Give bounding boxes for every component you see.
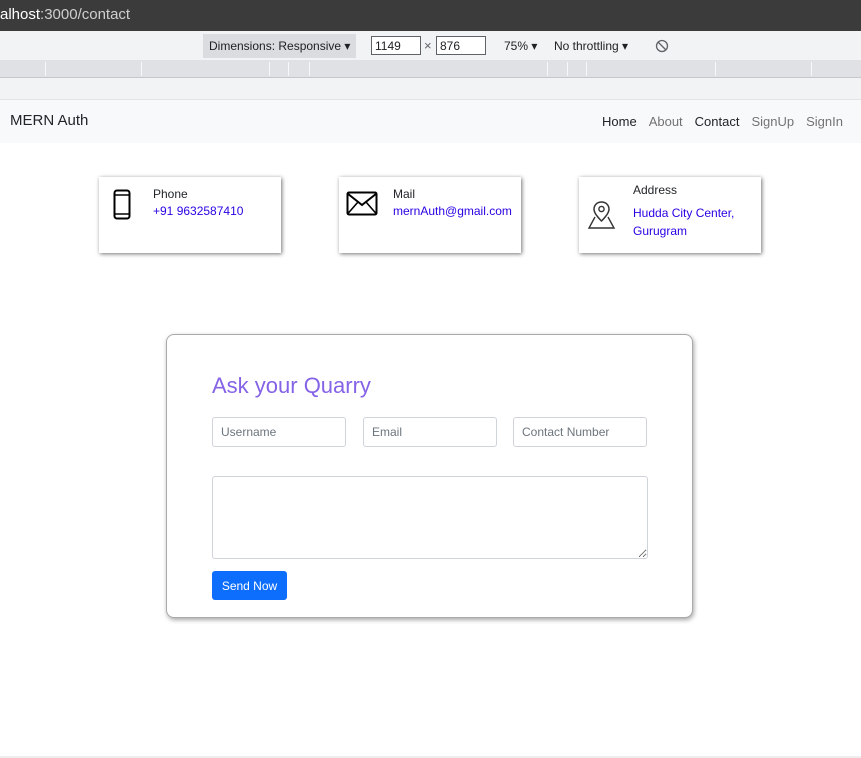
contact-number-input[interactable] <box>513 417 647 447</box>
username-input[interactable] <box>212 417 346 447</box>
ruler-divider <box>309 62 310 76</box>
nav-about[interactable]: About <box>649 114 683 129</box>
device-ruler-band <box>0 78 861 99</box>
zoom-label: 75% <box>504 39 529 53</box>
form-title: Ask your Quarry <box>212 373 371 398</box>
mail-icon <box>346 191 378 216</box>
address-value-line1: Hudda City Center, <box>633 206 735 220</box>
zoom-select[interactable]: 75% ▾ <box>504 39 537 53</box>
width-input[interactable]: 1149 <box>371 36 421 55</box>
ruler-divider <box>715 62 716 76</box>
chevron-down-icon: ▾ <box>531 39 538 53</box>
nav-signin[interactable]: SignIn <box>806 114 843 129</box>
media-query-ruler <box>0 60 861 78</box>
throttling-label: No throttling <box>554 39 619 53</box>
times-icon: × <box>424 38 432 53</box>
url-bar[interactable]: alhost:3000/contact <box>0 0 861 31</box>
address-title: Address <box>633 183 678 197</box>
nav-home[interactable]: Home <box>602 114 637 129</box>
nav-signup[interactable]: SignUp <box>751 114 794 129</box>
ruler-divider <box>567 62 568 76</box>
ruler-divider <box>269 62 270 76</box>
ruler-divider <box>141 62 142 76</box>
address-card: Address Hudda City Center, Gurugram <box>579 177 761 253</box>
contact-form: Ask your Quarry Send Now <box>166 334 693 618</box>
email-input[interactable] <box>363 417 497 447</box>
mail-value: mernAuth@gmail.com <box>393 204 512 218</box>
phone-icon <box>113 189 131 220</box>
mail-title: Mail <box>393 187 416 201</box>
location-icon <box>587 201 616 229</box>
nav-contact[interactable]: Contact <box>695 114 740 129</box>
phone-card: Phone +91 9632587410 <box>99 177 281 253</box>
device-toolbar: Dimensions: Responsive ▾ 1149 × 876 75% … <box>0 31 861 60</box>
url-path: :3000/contact <box>40 6 131 23</box>
url-host: alhost <box>0 6 41 23</box>
dimensions-select[interactable]: Dimensions: Responsive ▾ <box>203 34 357 58</box>
ruler-divider <box>586 62 587 76</box>
dimensions-label: Dimensions: Responsive <box>209 39 342 53</box>
nav-links: Home About Contact SignUp SignIn <box>602 114 843 129</box>
ruler-divider <box>45 62 46 76</box>
mail-card: Mail mernAuth@gmail.com <box>339 177 521 253</box>
message-textarea[interactable] <box>212 476 648 559</box>
rotate-icon[interactable] <box>655 39 669 53</box>
ruler-divider <box>288 62 289 76</box>
phone-title: Phone <box>153 187 188 201</box>
phone-value: +91 9632587410 <box>153 204 244 218</box>
address-value-line2: Gurugram <box>633 224 688 238</box>
throttling-select[interactable]: No throttling ▾ <box>554 39 628 53</box>
send-now-button[interactable]: Send Now <box>212 571 287 600</box>
navbar: MERN Auth Home About Contact SignUp Sign… <box>0 99 861 143</box>
chevron-down-icon: ▾ <box>344 39 351 53</box>
ruler-divider <box>547 62 548 76</box>
ruler-divider <box>811 62 812 76</box>
height-input[interactable]: 876 <box>436 36 486 55</box>
chevron-down-icon: ▾ <box>622 39 629 53</box>
brand-logo[interactable]: MERN Auth <box>10 112 88 129</box>
